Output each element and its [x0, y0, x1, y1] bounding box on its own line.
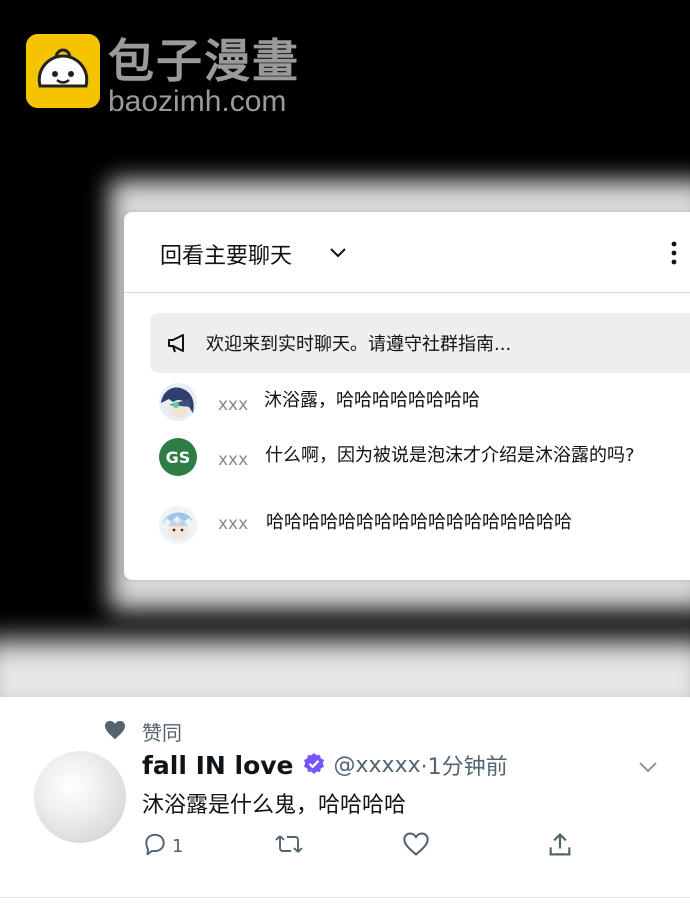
liked-indicator: 赞同 — [104, 717, 182, 746]
tweet-actions: 1 — [142, 831, 582, 861]
anime-avatar[interactable] — [159, 383, 197, 421]
tweet-header: fall IN love @xxxxx ·1分钟前 — [142, 749, 508, 781]
pinned-announcement[interactable]: 欢迎来到实时聊天。请遵守社群指南... — [150, 313, 690, 373]
share-button[interactable] — [546, 831, 574, 863]
more-vertical-icon[interactable] — [670, 240, 678, 270]
chat-message-text: 沐浴露，哈哈哈哈哈哈哈哈 — [264, 390, 480, 411]
retweet-icon — [274, 831, 304, 861]
tweet-time[interactable]: ·1分钟前 — [421, 749, 508, 781]
user-handle[interactable]: @xxxxx — [334, 753, 421, 778]
chat-title[interactable]: 回看主要聊天 — [160, 238, 292, 270]
divider — [0, 897, 690, 898]
chat-username[interactable]: xxx — [218, 395, 248, 415]
like-icon — [402, 831, 430, 861]
live-chat-panel: 回看主要聊天 欢迎来到实时聊天。请遵守社群指南... xxx 沐浴露，哈哈哈哈哈… — [124, 212, 690, 580]
bun-logo-icon — [26, 34, 100, 108]
chat-message-text: 哈哈哈哈哈哈哈哈哈哈哈哈哈哈哈哈哈 — [266, 512, 572, 533]
chat-username[interactable]: xxx — [218, 514, 248, 534]
chat-message: xxx 沐浴露，哈哈哈哈哈哈哈哈 — [159, 383, 690, 423]
chevron-down-icon[interactable] — [638, 759, 658, 778]
display-name[interactable]: fall IN love — [142, 751, 294, 780]
watermark-url: baozimh.com — [108, 85, 287, 118]
chat-header: 回看主要聊天 — [124, 212, 690, 293]
comic-panel-background: 包子漫畫 baozimh.com 回看主要聊天 欢迎来到实时聊天。请遵守社群指南… — [0, 0, 690, 697]
reply-button[interactable]: 1 — [142, 831, 183, 861]
reply-count: 1 — [172, 835, 184, 857]
user-avatar[interactable] — [34, 751, 126, 843]
chat-message: xxx 哈哈哈哈哈哈哈哈哈哈哈哈哈哈哈哈哈 — [159, 506, 690, 546]
like-button[interactable] — [402, 831, 430, 861]
chat-username[interactable]: xxx — [218, 450, 248, 470]
heart-filled-icon — [104, 720, 126, 744]
tweet-card[interactable]: 赞同 fall IN love @xxxxx ·1分钟前 沐浴露是什么鬼，哈哈哈… — [0, 697, 690, 917]
reply-icon — [142, 831, 168, 861]
megaphone-icon — [166, 331, 190, 359]
watermark: 包子漫畫 baozimh.com — [26, 34, 300, 118]
share-icon — [546, 831, 574, 863]
chevron-down-icon[interactable] — [328, 242, 348, 266]
retweet-button[interactable] — [274, 831, 304, 861]
chat-message: GS xxx 什么啊，因为被说是泡沫才介绍是沐浴露的吗? — [159, 438, 690, 478]
watermark-title: 包子漫畫 — [108, 34, 300, 88]
bottom-glow — [0, 640, 690, 697]
chat-message-text: 什么啊，因为被说是泡沫才介绍是沐浴露的吗? — [265, 445, 635, 466]
initials-avatar[interactable]: GS — [159, 438, 197, 476]
verified-badge-icon — [302, 752, 326, 780]
pinned-text: 欢迎来到实时聊天。请遵守社群指南... — [206, 334, 512, 355]
liked-label: 赞同 — [142, 721, 182, 745]
anime-avatar[interactable] — [159, 506, 197, 544]
tweet-text: 沐浴露是什么鬼，哈哈哈哈 — [142, 793, 407, 818]
